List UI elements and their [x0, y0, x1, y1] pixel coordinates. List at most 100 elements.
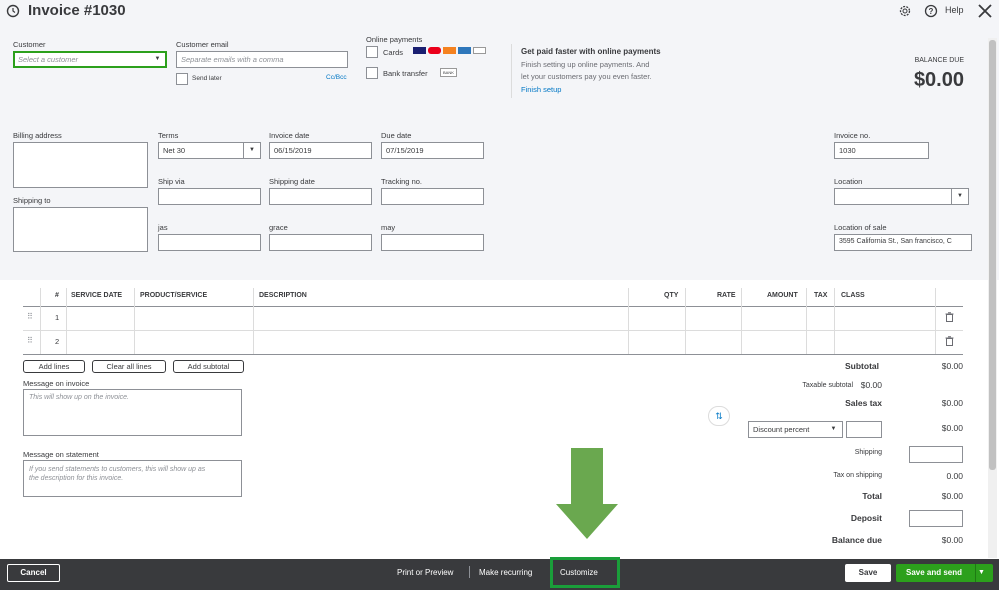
terms-select[interactable]: Net 30 ▼	[158, 142, 261, 159]
page-title: Invoice #1030	[28, 2, 126, 19]
due-date-label: Due date	[381, 131, 412, 140]
custom-field-1-input[interactable]	[158, 234, 261, 251]
custom-field-1-label: jas	[158, 223, 168, 232]
clear-all-lines-button[interactable]: Clear all lines	[92, 360, 166, 373]
shipping-amount-input[interactable]	[909, 446, 963, 463]
subtotal-value: $0.00	[941, 361, 963, 371]
deposit-input[interactable]	[909, 510, 963, 527]
deposit-label: Deposit	[850, 513, 882, 523]
col-header-service-date: SERVICE DATE	[71, 292, 123, 299]
cancel-button[interactable]: Cancel	[7, 564, 60, 582]
tracking-no-label: Tracking no.	[381, 177, 422, 186]
col-header-rate: RATE	[717, 292, 736, 299]
cards-checkbox[interactable]	[366, 46, 378, 58]
cc-bcc-link[interactable]: Cc/Bcc	[326, 74, 347, 81]
send-later-label: Send later	[192, 75, 222, 82]
row-divider	[23, 330, 963, 331]
bank-transfer-checkbox[interactable]	[366, 67, 378, 79]
chevron-down-icon[interactable]: ▼	[978, 569, 985, 576]
taxable-subtotal-label: Taxable subtotal	[802, 382, 853, 389]
table-header-rule	[23, 306, 963, 307]
col-divider	[741, 288, 742, 354]
tax-on-shipping-label: Tax on shipping	[833, 472, 882, 479]
save-button[interactable]: Save	[845, 564, 891, 582]
customer-select[interactable]: Select a customer ▼	[13, 51, 167, 68]
bank-transfer-label: Bank transfer	[383, 69, 428, 78]
terms-value: Net 30	[163, 146, 186, 155]
close-icon[interactable]	[977, 3, 993, 19]
row-number: 2	[55, 337, 60, 346]
shipping-to-label: Shipping to	[13, 196, 51, 205]
invoice-no-label: Invoice no.	[834, 131, 871, 140]
col-header-num: #	[55, 292, 59, 299]
chevron-down-icon: ▼	[951, 189, 968, 204]
customer-label: Customer	[13, 40, 46, 49]
invoice-date-input[interactable]: 06/15/2019	[269, 142, 372, 159]
promo-line2: let your customers pay you even faster.	[521, 72, 652, 81]
history-icon[interactable]	[6, 4, 20, 18]
shipping-date-label: Shipping date	[269, 177, 315, 186]
svg-text:?: ?	[929, 7, 934, 16]
scrollbar-thumb[interactable]	[989, 40, 996, 470]
drag-handle-icon[interactable]: ⠿	[27, 336, 33, 345]
custom-field-3-label: may	[381, 223, 396, 232]
invoice-date-label: Invoice date	[269, 131, 310, 140]
location-select[interactable]: ▼	[834, 188, 969, 205]
cards-label: Cards	[383, 48, 404, 57]
col-divider	[806, 288, 807, 354]
due-date-input[interactable]: 07/15/2019	[381, 142, 484, 159]
col-header-product: PRODUCT/SERVICE	[140, 292, 208, 299]
online-payments-label: Online payments	[366, 35, 423, 44]
sales-tax-value: $0.00	[941, 398, 963, 408]
finish-setup-link[interactable]: Finish setup	[521, 85, 561, 94]
make-recurring-button[interactable]: Make recurring	[479, 568, 532, 577]
message-statement-placeholder: If you send statements to customers, thi…	[29, 466, 206, 473]
message-statement-input[interactable]: If you send statements to customers, thi…	[23, 460, 242, 497]
col-divider	[66, 288, 67, 354]
bank-badge: BANK	[440, 68, 457, 77]
col-header-class: CLASS	[841, 292, 865, 299]
shipping-to-input[interactable]	[13, 207, 148, 252]
discount-value: $0.00	[941, 423, 963, 433]
balance-due-footer-label: Balance due	[831, 535, 882, 545]
print-preview-button[interactable]: Print or Preview	[397, 568, 453, 577]
location-of-sale-label: Location of sale	[834, 223, 887, 232]
custom-field-3-input[interactable]	[381, 234, 484, 251]
custom-field-2-input[interactable]	[269, 234, 372, 251]
gear-icon[interactable]	[898, 4, 912, 18]
trash-icon[interactable]	[945, 336, 954, 346]
invoice-no-input[interactable]: 1030	[834, 142, 929, 159]
swap-discount-icon[interactable]: ⇅	[708, 406, 730, 426]
send-later-checkbox[interactable]	[176, 73, 188, 85]
col-header-amount: AMOUNT	[767, 292, 798, 299]
customize-button[interactable]: Customize	[560, 568, 598, 577]
add-subtotal-button[interactable]: Add subtotal	[173, 360, 244, 373]
discount-type-select[interactable]: Discount percent ▼	[748, 421, 843, 438]
help-icon[interactable]: ?	[924, 4, 938, 18]
add-lines-button[interactable]: Add lines	[23, 360, 85, 373]
balance-due-footer-value: $0.00	[941, 535, 963, 545]
shipping-date-input[interactable]	[269, 188, 372, 205]
help-link[interactable]: Help	[945, 5, 964, 15]
customer-email-input[interactable]: Separate emails with a comma	[176, 51, 348, 68]
message-invoice-input[interactable]: This will show up on the invoice.	[23, 389, 242, 436]
mastercard-icon	[428, 47, 441, 54]
col-divider	[253, 288, 254, 354]
tracking-no-input[interactable]	[381, 188, 484, 205]
balance-due-label: BALANCE DUE	[914, 57, 964, 64]
footer-divider	[469, 566, 470, 578]
location-of-sale-input[interactable]: 3595 California St., San francisco, C	[834, 234, 972, 251]
promo-line1: Finish setting up online payments. And	[521, 60, 650, 69]
customer-email-label: Customer email	[176, 40, 229, 49]
ship-via-label: Ship via	[158, 177, 185, 186]
total-label: Total	[862, 491, 882, 501]
discount-input[interactable]	[846, 421, 882, 438]
col-divider	[685, 288, 686, 354]
col-divider	[628, 288, 629, 354]
billing-address-input[interactable]	[13, 142, 148, 188]
drag-handle-icon[interactable]: ⠿	[27, 312, 33, 321]
balance-due-value: $0.00	[913, 69, 964, 91]
promo-title: Get paid faster with online payments	[521, 47, 661, 56]
ship-via-input[interactable]	[158, 188, 261, 205]
trash-icon[interactable]	[945, 312, 954, 322]
